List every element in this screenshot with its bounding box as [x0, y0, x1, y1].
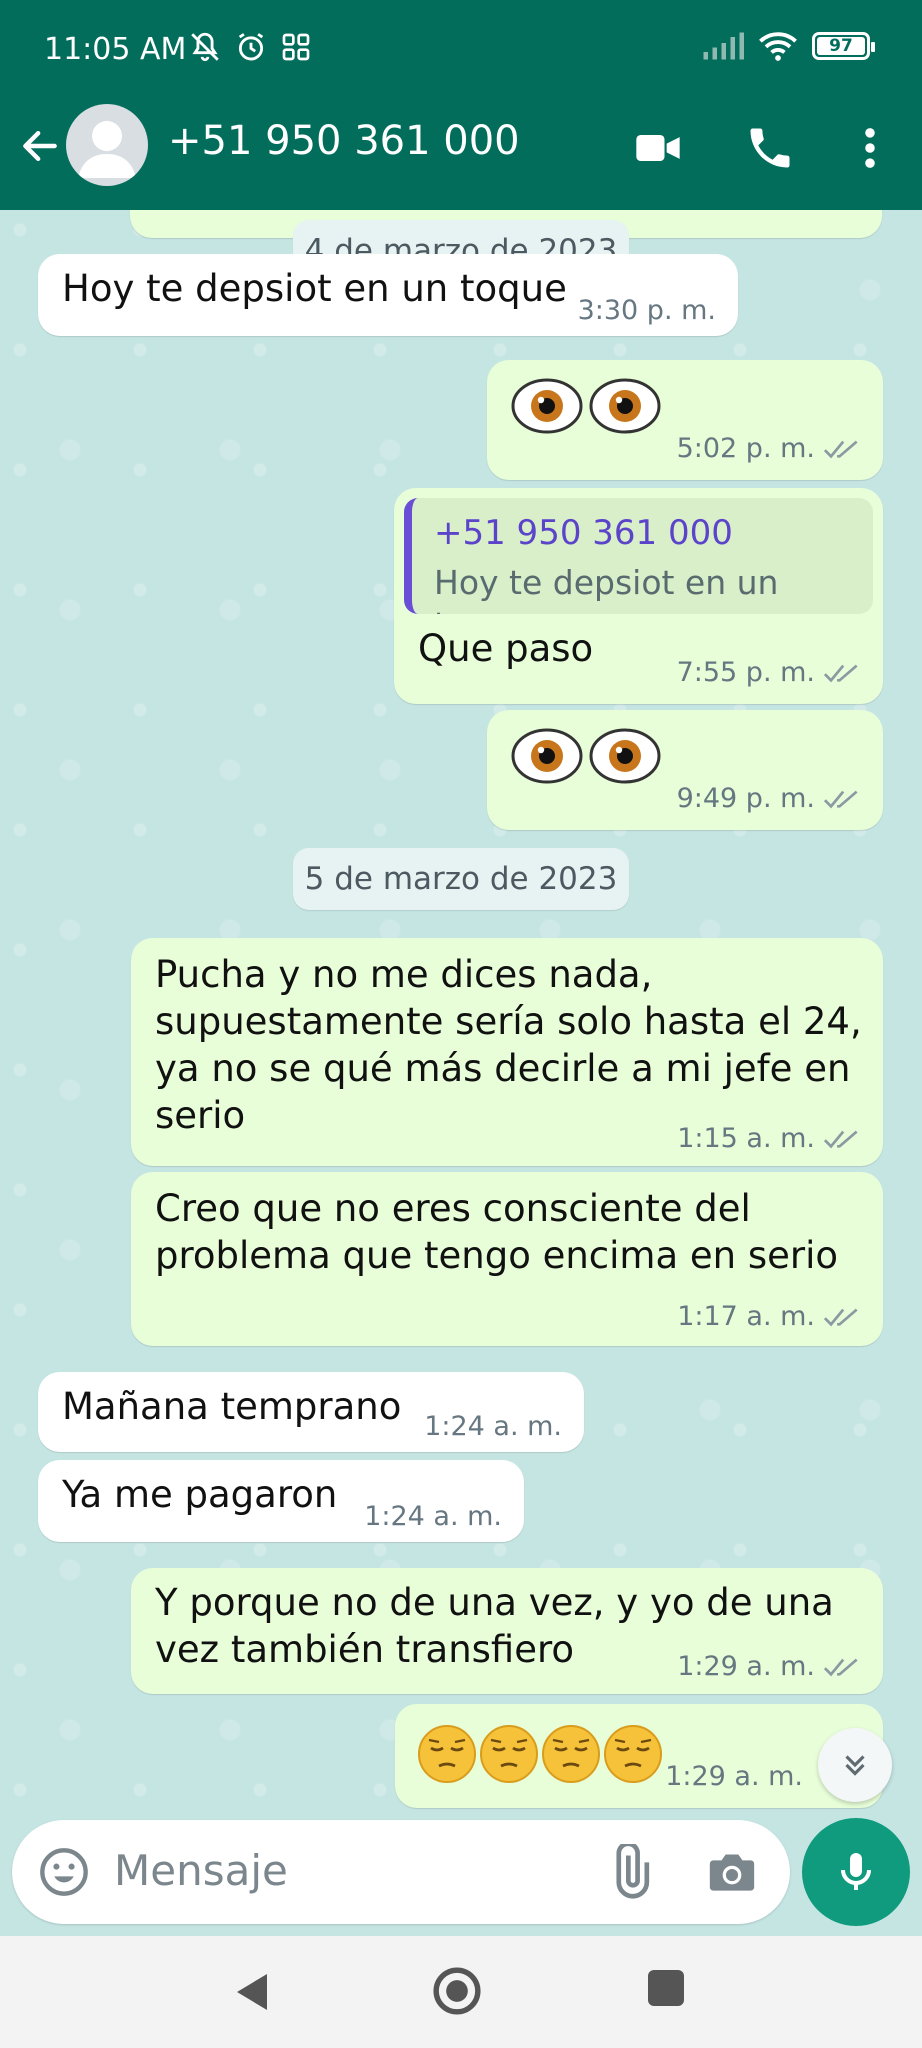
scroll-down-button[interactable] — [818, 1728, 892, 1802]
nav-home-icon[interactable] — [432, 1966, 482, 2016]
message-incoming[interactable]: Hoy te depsiot en un toque 3:30 p. m. — [38, 254, 738, 336]
mic-icon — [841, 1853, 871, 1890]
message-time: 5:02 p. m. — [676, 432, 815, 464]
battery-icon: 97 — [812, 32, 875, 60]
read-ticks-icon — [823, 1308, 858, 1327]
message-incoming[interactable]: Mañana temprano 1:24 a. m. — [38, 1372, 584, 1452]
video-call-icon[interactable] — [632, 122, 684, 174]
message-time: 9:49 p. m. — [676, 782, 815, 814]
read-ticks-icon — [823, 1130, 858, 1149]
read-ticks-icon — [823, 790, 858, 809]
message-time: 1:17 a. m. — [677, 1300, 815, 1332]
quoted-message[interactable]: +51 950 361 000 Hoy te depsiot en un toq… — [404, 498, 873, 614]
message-text: Mañana temprano — [62, 1385, 402, 1428]
wifi-icon — [759, 32, 797, 61]
quoted-text: Hoy te depsiot en un toque — [434, 563, 779, 614]
emoji-icon[interactable] — [38, 1846, 90, 1898]
back-arrow-icon[interactable] — [18, 124, 62, 168]
message-incoming[interactable]: Ya me pagaron 1:24 a. m. — [38, 1460, 524, 1542]
mute-bell-icon — [191, 32, 219, 62]
message-outgoing[interactable]: 5:02 p. m. — [487, 360, 883, 480]
message-time: 1:24 a. m. — [424, 1410, 562, 1442]
message-text: Ya me pagaron — [62, 1473, 338, 1516]
battery-level: 97 — [829, 36, 853, 56]
camera-icon[interactable] — [704, 1844, 760, 1900]
message-outgoing[interactable]: Y porque no de una vez, y yo de una vez … — [131, 1568, 883, 1694]
signal-icon — [703, 32, 744, 60]
status-bar: 11:05 AM 97 — [0, 0, 922, 104]
eyes-emoji — [511, 378, 661, 434]
message-outgoing-reply[interactable]: +51 950 361 000 Hoy te depsiot en un toq… — [394, 488, 883, 704]
message-time: 1:24 a. m. — [364, 1500, 502, 1532]
nav-back-icon[interactable] — [230, 1970, 272, 2014]
message-time: 3:30 p. m. — [577, 294, 716, 326]
read-ticks-icon — [823, 1658, 858, 1677]
message-outgoing[interactable]: Pucha y no me dices nada, supuestamente … — [131, 938, 883, 1166]
double-chevron-down-icon — [845, 1755, 865, 1776]
message-time: 1:29 a. m. — [677, 1650, 815, 1682]
message-text: Creo que no eres consciente del problema… — [155, 1187, 839, 1277]
message-input[interactable]: Mensaje — [114, 1846, 288, 1895]
phone-icon[interactable] — [744, 122, 796, 174]
status-left-icons — [188, 30, 312, 64]
apps-grid-icon — [282, 33, 310, 61]
nav-recents-icon[interactable] — [648, 1970, 684, 2006]
message-composer[interactable]: Mensaje — [12, 1820, 790, 1924]
read-ticks-icon — [823, 440, 858, 459]
pensive-faces-emoji — [417, 1724, 663, 1784]
date-chip: 5 de marzo de 2023 — [293, 848, 629, 910]
status-right-icons: 97 — [702, 30, 875, 62]
message-time: 1:29 a. m. — [665, 1760, 803, 1792]
message-time: 1:15 a. m. — [677, 1122, 815, 1154]
mic-button[interactable] — [802, 1818, 910, 1926]
more-vert-icon[interactable] — [844, 122, 896, 174]
system-nav-bar — [0, 1936, 922, 2048]
message-outgoing[interactable]: Creo que no eres consciente del problema… — [131, 1172, 883, 1346]
message-outgoing[interactable]: 9:49 p. m. — [487, 710, 883, 830]
message-text: Pucha y no me dices nada, supuestamente … — [155, 953, 862, 1137]
app-bar: 11:05 AM 97 +51 950 361 000 — [0, 0, 922, 210]
message-outgoing[interactable]: 1:29 a. m. — [395, 1704, 883, 1808]
read-ticks-icon — [823, 664, 858, 683]
avatar[interactable] — [66, 104, 148, 186]
message-time: 7:55 p. m. — [676, 656, 815, 688]
eyes-emoji — [511, 728, 661, 784]
chat-area[interactable]: 4 de marzo de 2023 Hoy te depsiot en un … — [0, 210, 922, 1820]
alarm-icon — [238, 33, 264, 61]
chat-header: +51 950 361 000 — [0, 104, 922, 210]
message-text: Hoy te depsiot en un toque — [62, 267, 567, 310]
status-time: 11:05 AM — [44, 32, 187, 67]
attach-icon[interactable] — [602, 1844, 658, 1900]
message-text: Que paso — [418, 627, 594, 670]
quoted-sender: +51 950 361 000 — [434, 513, 733, 553]
contact-name[interactable]: +51 950 361 000 — [168, 118, 520, 164]
